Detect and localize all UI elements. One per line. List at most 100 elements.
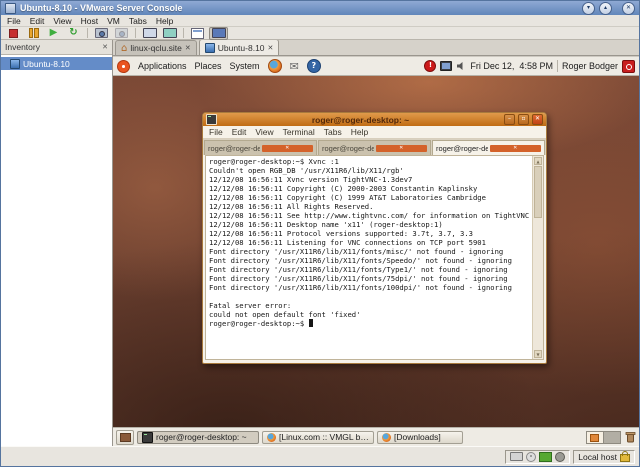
terminal-line: Couldn't open RGB_DB '/usr/X11R6/lib/X11…: [209, 166, 404, 175]
vmware-logo-icon: [5, 2, 16, 14]
firefox-icon[interactable]: [267, 59, 282, 73]
reset-button[interactable]: ↻: [65, 28, 82, 39]
tmenu-terminal[interactable]: Terminal: [283, 127, 315, 137]
inventory-item-ubuntu[interactable]: Ubuntu-8.10: [1, 57, 112, 70]
tmenu-tabs[interactable]: Tabs: [324, 127, 342, 137]
close-button[interactable]: ✕: [622, 1, 635, 15]
show-desktop-button[interactable]: [116, 429, 134, 445]
host-status-cell: Local host: [573, 449, 635, 464]
taskbar-window-terminal[interactable]: roger@roger-desktop: ~: [137, 430, 259, 444]
revert-snapshot-button[interactable]: [113, 28, 130, 39]
taskbar-window-firefox[interactable]: [Linux.com :: VMGL br...: [262, 430, 374, 444]
guest-screen[interactable]: Applications Places System ✉ ? ! Fri Dec…: [113, 57, 639, 446]
show-desktop-icon: [119, 432, 131, 442]
summary-view-button[interactable]: [189, 27, 206, 39]
menu-file[interactable]: File: [7, 16, 21, 26]
terminal-maximize-button[interactable]: ▫: [518, 114, 529, 125]
workspace-2[interactable]: [603, 431, 620, 443]
menu-system[interactable]: System: [230, 61, 260, 71]
inventory-close-icon[interactable]: ✕: [102, 43, 108, 51]
menu-tabs[interactable]: Tabs: [129, 16, 147, 26]
menu-places[interactable]: Places: [195, 61, 222, 71]
terminal-line: roger@roger-desktop:~$ Xvnc :1: [209, 157, 339, 166]
tmenu-view[interactable]: View: [255, 127, 273, 137]
trash-icon[interactable]: [625, 431, 636, 443]
ubuntu-logo-icon[interactable]: [117, 59, 130, 73]
terminal-line: 12/12/08 16:56:11 Copyright (C) 2000-200…: [209, 184, 478, 193]
terminal-menubar: File Edit View Terminal Tabs Help: [203, 126, 546, 139]
tab-close-icon[interactable]: ✕: [185, 44, 191, 52]
update-notifier-icon[interactable]: !: [424, 60, 437, 72]
reset-icon: ↻: [69, 27, 78, 38]
maximize-button[interactable]: ▴: [599, 1, 612, 15]
tab-host[interactable]: ⌂ linux-qclu.site ✕: [115, 40, 197, 55]
gnome-top-panel: Applications Places System ✉ ? ! Fri Dec…: [113, 57, 639, 76]
network-adapter-icon[interactable]: [539, 451, 553, 462]
terminal-scrollbar[interactable]: ▲ ▼: [532, 156, 543, 359]
terminal-line: Font directory '/usr/X11R6/lib/X11/fonts…: [209, 274, 508, 283]
fullscreen-button[interactable]: [141, 28, 158, 39]
tab-close-icon[interactable]: ✕: [489, 144, 541, 152]
clock-applet[interactable]: Fri Dec 12, 4:58 PM: [470, 61, 553, 71]
tab-close-icon[interactable]: ✕: [375, 144, 427, 152]
workspace-1[interactable]: [587, 431, 603, 443]
terminal-line: 12/12/08 16:56:11 Desktop name 'x11' (ro…: [209, 220, 443, 229]
tab-close-icon[interactable]: ✕: [261, 144, 313, 152]
tab-vm-label: Ubuntu-8.10: [217, 42, 265, 53]
vm-icon: [10, 58, 20, 69]
menu-vm[interactable]: VM: [107, 16, 120, 26]
display-icon[interactable]: [440, 61, 453, 71]
power-on-button[interactable]: ▶: [45, 28, 62, 39]
user-switcher[interactable]: Roger Bodger: [562, 61, 618, 71]
terminal-titlebar[interactable]: roger@roger-desktop: ~ – ▫ ✕: [203, 113, 546, 126]
logout-icon[interactable]: [622, 59, 635, 73]
scroll-up-icon[interactable]: ▲: [534, 157, 542, 165]
menu-applications[interactable]: Applications: [138, 61, 187, 71]
tab-ubuntu-vm[interactable]: Ubuntu-8.10 ✕: [198, 40, 280, 55]
volume-icon[interactable]: [456, 61, 466, 71]
taskbar-window-downloads[interactable]: [Downloads]: [377, 430, 463, 444]
menu-help[interactable]: Help: [156, 16, 173, 26]
power-off-button[interactable]: [5, 28, 22, 39]
toolbar-separator: [183, 28, 184, 38]
mail-icon[interactable]: ✉: [290, 61, 299, 72]
snapshot-icon: [95, 28, 108, 38]
terminal-minimize-button[interactable]: –: [504, 114, 515, 125]
harddisk-icon[interactable]: [510, 452, 524, 461]
device-status-cell: [505, 449, 571, 464]
terminal-tab-home[interactable]: roger@roger-desktop: ~ ✕: [432, 140, 545, 155]
terminal-body[interactable]: roger@roger-desktop:~$ Xvnc :1 Couldn't …: [205, 155, 544, 360]
taskbar-label: roger@roger-desktop: ~: [156, 432, 247, 442]
tmenu-file[interactable]: File: [209, 127, 223, 137]
tab-host-label: linux-qclu.site: [130, 43, 182, 53]
tmenu-help[interactable]: Help: [351, 127, 368, 137]
snapshot-button[interactable]: [93, 28, 110, 39]
terminal-tab-etc[interactable]: roger@roger-desktop: /etc/... ✕: [318, 140, 431, 155]
terminal-window[interactable]: roger@roger-desktop: ~ – ▫ ✕ File Edit V…: [202, 112, 547, 364]
console-view-button[interactable]: [209, 26, 228, 40]
terminal-line: 12/12/08 16:56:11 Xvnc version TightVNC-…: [209, 175, 413, 184]
quickswitch-button[interactable]: [161, 28, 178, 39]
sound-device-icon[interactable]: [555, 451, 566, 462]
terminal-prompt: roger@roger-desktop:~$: [209, 319, 309, 328]
terminal-tab-usr[interactable]: roger@roger-desktop: /usr/... ✕: [204, 140, 317, 155]
scroll-down-icon[interactable]: ▼: [534, 350, 542, 358]
menu-view[interactable]: View: [53, 16, 71, 26]
minimize-button[interactable]: ▾: [582, 1, 595, 15]
suspend-button[interactable]: [25, 28, 42, 39]
workspace-switcher: [586, 430, 621, 444]
tab-close-icon[interactable]: ✕: [268, 44, 274, 52]
cdrom-icon[interactable]: [526, 451, 537, 462]
terminal-output: roger@roger-desktop:~$ Xvnc :1 Couldn't …: [209, 157, 532, 358]
inventory-header: Inventory ✕: [1, 40, 112, 55]
tmenu-edit[interactable]: Edit: [232, 127, 247, 137]
toolbar-separator: [87, 28, 88, 38]
menu-edit[interactable]: Edit: [30, 16, 45, 26]
scrollbar-thumb[interactable]: [534, 166, 542, 218]
help-icon[interactable]: ?: [306, 59, 321, 73]
window-title: Ubuntu-8.10 - VMware Server Console: [20, 3, 183, 13]
terminal-close-button[interactable]: ✕: [532, 114, 543, 125]
menu-host[interactable]: Host: [81, 16, 98, 26]
terminal-icon: [142, 431, 153, 443]
